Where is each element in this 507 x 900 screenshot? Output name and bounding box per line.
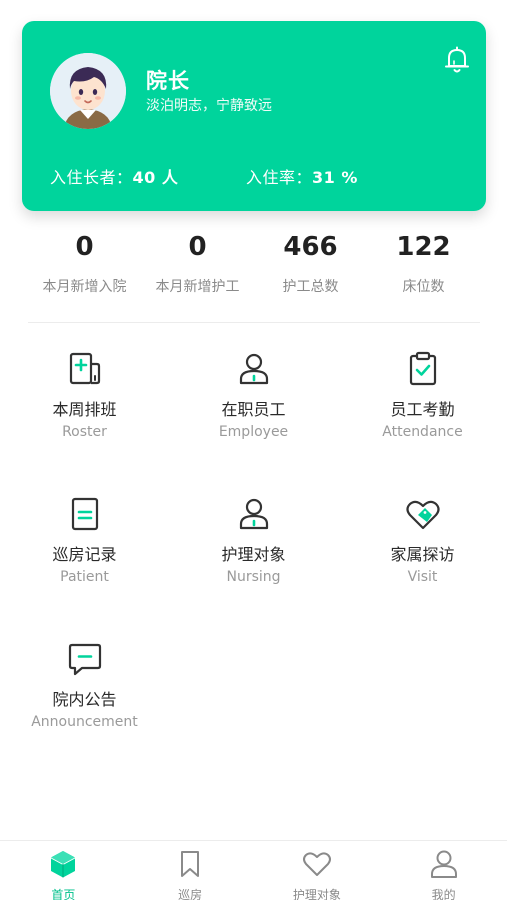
tab-rounds[interactable]: 巡房 [127,841,254,900]
menu-title: 家属探访 [390,545,455,564]
tab-nursing[interactable]: 护理对象 [254,841,381,900]
menu-title: 护理对象 [221,545,286,564]
tab-label: 首页 [51,888,76,900]
message-icon [68,643,101,676]
bottom-tab-bar: 首页 巡房 护理对象 我的 [0,840,507,900]
tab-label: 巡房 [178,888,203,900]
clipboard-check-icon [409,351,436,386]
occupancy-stat: 入住率：31 % [246,164,358,188]
menu-subtitle: Patient [60,569,109,585]
menu-item-visit[interactable]: 家属探访 Visit [338,495,507,605]
stat-label: 床位数 [402,279,445,295]
menu-subtitle: Employee [218,424,289,440]
profile-card: 院长 淡泊明志，宁静致远 入住长者：40 人 入住率：31 % [22,21,486,211]
menu-title: 本周排班 [52,400,117,419]
user-motto: 淡泊明志，宁静致远 [146,98,272,114]
tab-home[interactable]: 首页 [0,841,127,900]
stat-value: 0 [75,232,94,262]
stat-label: 护工总数 [282,279,339,295]
residents-stat: 入住长者：40 人 [50,164,178,188]
menu-item-employee[interactable]: 在职员工 Employee [169,350,338,460]
bookmark-icon [181,851,200,877]
stat-beds: 122 床位数 [367,230,480,310]
menu-title: 院内公告 [52,690,117,709]
user-name: 院长 [146,69,190,93]
divider [28,322,480,323]
heart-tag-icon [405,500,440,530]
summary-stats: 0 本月新增入院 0 本月新增护工 466 护工总数 122 床位数 [28,230,480,310]
menu-item-nursing[interactable]: 护理对象 Nursing [169,495,338,605]
menu-subtitle: Attendance [382,424,463,440]
stat-value: 466 [283,232,338,262]
roster-icon [69,352,100,385]
residents-value: 40 人 [132,168,179,187]
menu-subtitle: Announcement [31,714,138,730]
stat-total-caregivers: 466 护工总数 [254,230,367,310]
occupancy-label: 入住率： [246,168,313,187]
stat-value: 0 [188,232,207,262]
stat-label: 本月新增护工 [155,279,240,295]
bell-icon[interactable] [444,46,470,74]
avatar[interactable] [50,53,126,129]
stat-new-caregivers: 0 本月新增护工 [141,230,254,310]
stat-new-admissions: 0 本月新增入院 [28,230,141,310]
home-cube-icon [50,851,76,878]
menu-item-attendance[interactable]: 员工考勤 Attendance [338,350,507,460]
user-icon [430,850,457,878]
stat-value: 122 [396,232,451,262]
residents-label: 入住长者： [50,168,133,187]
menu-item-announcement[interactable]: 院内公告 Announcement [0,640,169,750]
heart-icon [302,852,331,876]
stat-label: 本月新增入院 [42,279,127,295]
tab-label: 我的 [431,888,456,900]
menu-subtitle: Visit [407,569,438,585]
menu-title: 在职员工 [221,400,286,419]
menu-title: 员工考勤 [390,400,455,419]
person-icon [239,498,268,530]
menu-title: 巡房记录 [52,545,117,564]
occupancy-value: 31 % [312,168,358,187]
tab-mine[interactable]: 我的 [380,841,507,900]
menu-item-patient[interactable]: 巡房记录 Patient [0,495,169,605]
menu-item-roster[interactable]: 本周排班 Roster [0,350,169,460]
menu-subtitle: Nursing [226,569,281,585]
menu-subtitle: Roster [62,424,107,440]
home-screen: 院长 淡泊明志，宁静致远 入住长者：40 人 入住率：31 % 0 本月新增入院… [0,0,507,900]
tab-label: 护理对象 [292,888,341,900]
avatar-image [50,53,126,129]
document-icon [71,497,98,531]
employee-icon [239,353,268,385]
